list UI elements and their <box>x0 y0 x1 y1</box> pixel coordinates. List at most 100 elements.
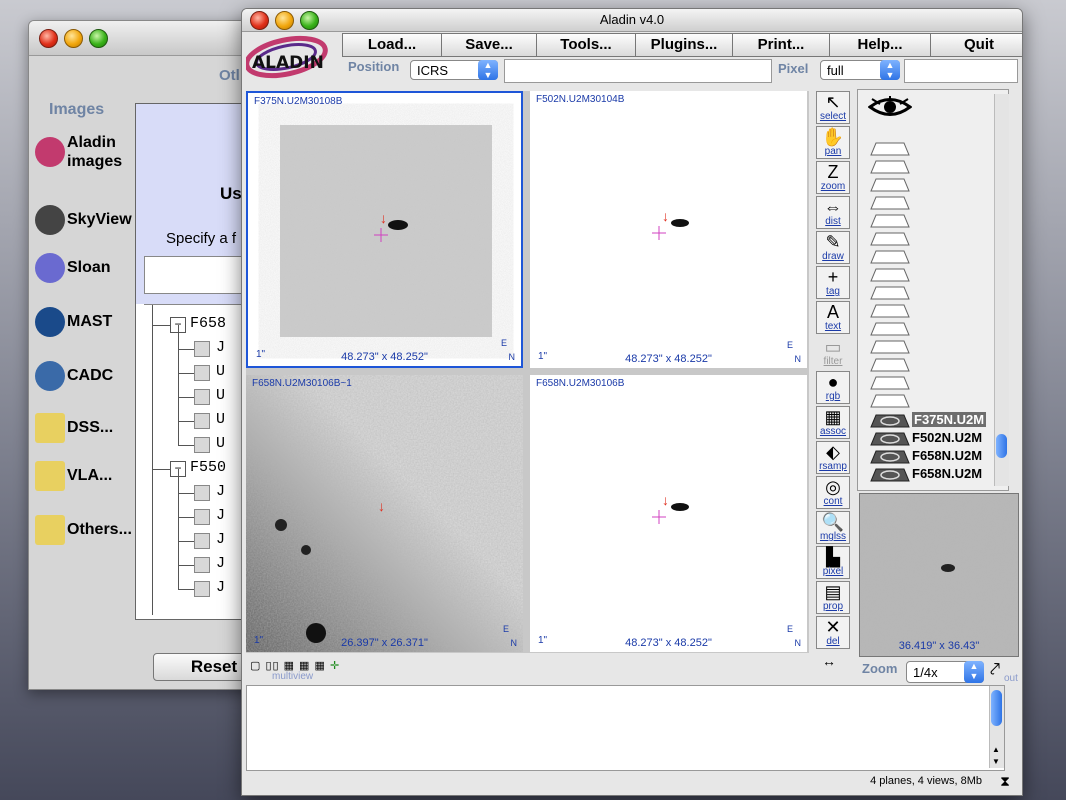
tree-group-label[interactable]: F550 <box>190 459 226 476</box>
zoom-select[interactable]: 1/4x ▲ ▼ <box>906 661 984 683</box>
menu-print[interactable]: Print... <box>732 33 830 57</box>
menu-save[interactable]: Save... <box>441 33 537 57</box>
empty-plane-slot[interactable] <box>870 322 910 336</box>
tree-checkbox[interactable] <box>194 581 210 597</box>
menu-plugins[interactable]: Plugins... <box>635 33 733 57</box>
pixel-select[interactable]: full ▲ ▼ <box>820 60 900 80</box>
empty-plane-slot[interactable] <box>870 232 910 246</box>
plane-name[interactable]: F658N.U2M <box>912 448 982 463</box>
scroll-up-icon[interactable]: ▲ <box>992 745 1000 754</box>
empty-plane-slot[interactable] <box>870 178 910 192</box>
close-window-button[interactable] <box>39 29 58 48</box>
empty-plane-slot[interactable] <box>870 250 910 264</box>
empty-plane-slot[interactable] <box>870 358 910 372</box>
plane-name[interactable]: F502N.U2M <box>912 430 982 445</box>
empty-plane-slot[interactable] <box>870 394 910 408</box>
server-6[interactable]: VLA... <box>35 461 112 491</box>
empty-plane-slot[interactable] <box>870 160 910 174</box>
tree-leaf-label[interactable]: J <box>216 339 225 356</box>
tree-checkbox[interactable] <box>194 341 210 357</box>
empty-plane-slot[interactable] <box>870 340 910 354</box>
server-7[interactable]: Others... <box>35 515 132 545</box>
menu-load[interactable]: Load... <box>342 33 442 57</box>
tool-prop[interactable]: ▤ prop <box>816 581 850 614</box>
menu-help[interactable]: Help... <box>829 33 931 57</box>
resize-arrows-icon[interactable]: ↔ <box>822 653 854 669</box>
tree-checkbox[interactable] <box>194 557 210 573</box>
console-scrollbar[interactable]: ▲ ▼ <box>989 686 1004 768</box>
server-2[interactable]: Sloan <box>35 253 111 283</box>
eye-icon[interactable] <box>868 96 912 118</box>
empty-plane-slot[interactable] <box>870 268 910 282</box>
tool-dist[interactable]: ⇔ dist <box>816 196 850 229</box>
tree-group-label[interactable]: F658 <box>190 315 226 332</box>
tool-zoom[interactable]: Zzoom <box>816 161 850 194</box>
tree-checkbox[interactable] <box>194 533 210 549</box>
tree-leaf-label[interactable]: J <box>216 579 225 596</box>
server-4[interactable]: CADC <box>35 361 113 391</box>
pixel-value-field[interactable] <box>904 59 1018 83</box>
tree-checkbox[interactable] <box>194 485 210 501</box>
zoom-window-button[interactable] <box>89 29 108 48</box>
tool-cont[interactable]: ◎ cont <box>816 476 850 509</box>
minimize-window-button[interactable] <box>64 29 83 48</box>
tree-leaf-label[interactable]: J <box>216 555 225 572</box>
tool-draw[interactable]: ✎ draw <box>816 231 850 264</box>
server-0[interactable]: Aladin images <box>35 133 127 171</box>
tree-checkbox[interactable] <box>194 389 210 405</box>
console-area[interactable]: ▲ ▼ <box>246 685 1005 771</box>
menu-tools[interactable]: Tools... <box>536 33 636 57</box>
console-scroll-thumb[interactable] <box>991 690 1002 726</box>
empty-plane-slot[interactable] <box>870 196 910 210</box>
server-5[interactable]: DSS... <box>35 413 113 443</box>
empty-plane-slot[interactable] <box>870 376 910 390</box>
menu-quit[interactable]: Quit <box>930 33 1022 57</box>
empty-plane-slot[interactable] <box>870 142 910 156</box>
plane-name[interactable]: F658N.U2M <box>912 466 982 481</box>
empty-plane-slot[interactable] <box>870 286 910 300</box>
tree-leaf-label[interactable]: J <box>216 531 225 548</box>
tree-checkbox[interactable] <box>194 437 210 453</box>
stack-scroll-thumb[interactable] <box>996 434 1007 458</box>
server-1[interactable]: SkyView <box>35 205 132 235</box>
scroll-down-icon[interactable]: ▼ <box>992 757 1000 766</box>
tree-leaf-label[interactable]: U <box>216 435 225 452</box>
tool-select[interactable]: ↖ select <box>816 91 850 124</box>
tree-checkbox[interactable] <box>194 365 210 381</box>
tool-rgb[interactable]: ● rgb <box>816 371 850 404</box>
tool-mglss[interactable]: 🔍 mglss <box>816 511 850 544</box>
image-plane-icon[interactable] <box>870 468 910 482</box>
frame-select[interactable]: ICRS ▲ ▼ <box>410 60 498 80</box>
tool-del[interactable]: ✕ del <box>816 616 850 649</box>
image-plane-icon[interactable] <box>870 432 910 446</box>
tool-pixel[interactable]: ▙ pixel <box>816 546 850 579</box>
server-3[interactable]: MAST <box>35 307 112 337</box>
tool-assoc[interactable]: ▦ assoc <box>816 406 850 439</box>
tool-text[interactable]: Atext <box>816 301 850 334</box>
tool-rsamp[interactable]: ⬖ rsamp <box>816 441 850 474</box>
tree-leaf-label[interactable]: U <box>216 411 225 428</box>
tree-checkbox[interactable] <box>194 509 210 525</box>
position-input[interactable] <box>504 59 772 83</box>
tree-leaf-label[interactable]: U <box>216 363 225 380</box>
plane-name[interactable]: F375N.U2M <box>912 412 987 427</box>
zoom-out-icon[interactable]: ⤤ <box>990 659 1000 680</box>
plane-stack[interactable]: F375N.U2M F502N.U2M F658N.U2M F658N.U2M <box>857 89 1009 491</box>
empty-plane-slot[interactable] <box>870 214 910 228</box>
tree-leaf-label[interactable]: J <box>216 483 225 500</box>
image-plane-icon[interactable] <box>870 450 910 464</box>
tool-pan[interactable]: ✋ pan <box>816 126 850 159</box>
tree-leaf-label[interactable]: J <box>216 507 225 524</box>
image-view-1[interactable]: ↓ F375N.U2M30108B 48.273" x 48.252" 1" E N <box>246 91 523 368</box>
titlebar[interactable]: Aladin v4.0 <box>242 9 1022 32</box>
tool-tag[interactable]: + tag <box>816 266 850 299</box>
image-plane-icon[interactable] <box>870 414 910 428</box>
image-view-3[interactable]: ↓ F658N.U2M30106B~1 26.397" x 26.371" 1" E N <box>246 375 523 652</box>
image-view-4[interactable]: ↓ F658N.U2M30106B 48.273" x 48.252" 1" E N <box>530 375 807 652</box>
zoom-view[interactable]: 36.419" x 36.43" <box>859 493 1019 657</box>
tree-leaf-label[interactable]: U <box>216 387 225 404</box>
multiview-area[interactable]: ↓ F375N.U2M30108B 48.273" x 48.252" 1" E N ↓ F5… <box>246 91 809 653</box>
empty-plane-slot[interactable] <box>870 304 910 318</box>
image-view-2[interactable]: ↓ F502N.U2M30104B 48.273" x 48.252" 1" E N <box>530 91 807 368</box>
stack-scrollbar[interactable] <box>994 94 1009 486</box>
